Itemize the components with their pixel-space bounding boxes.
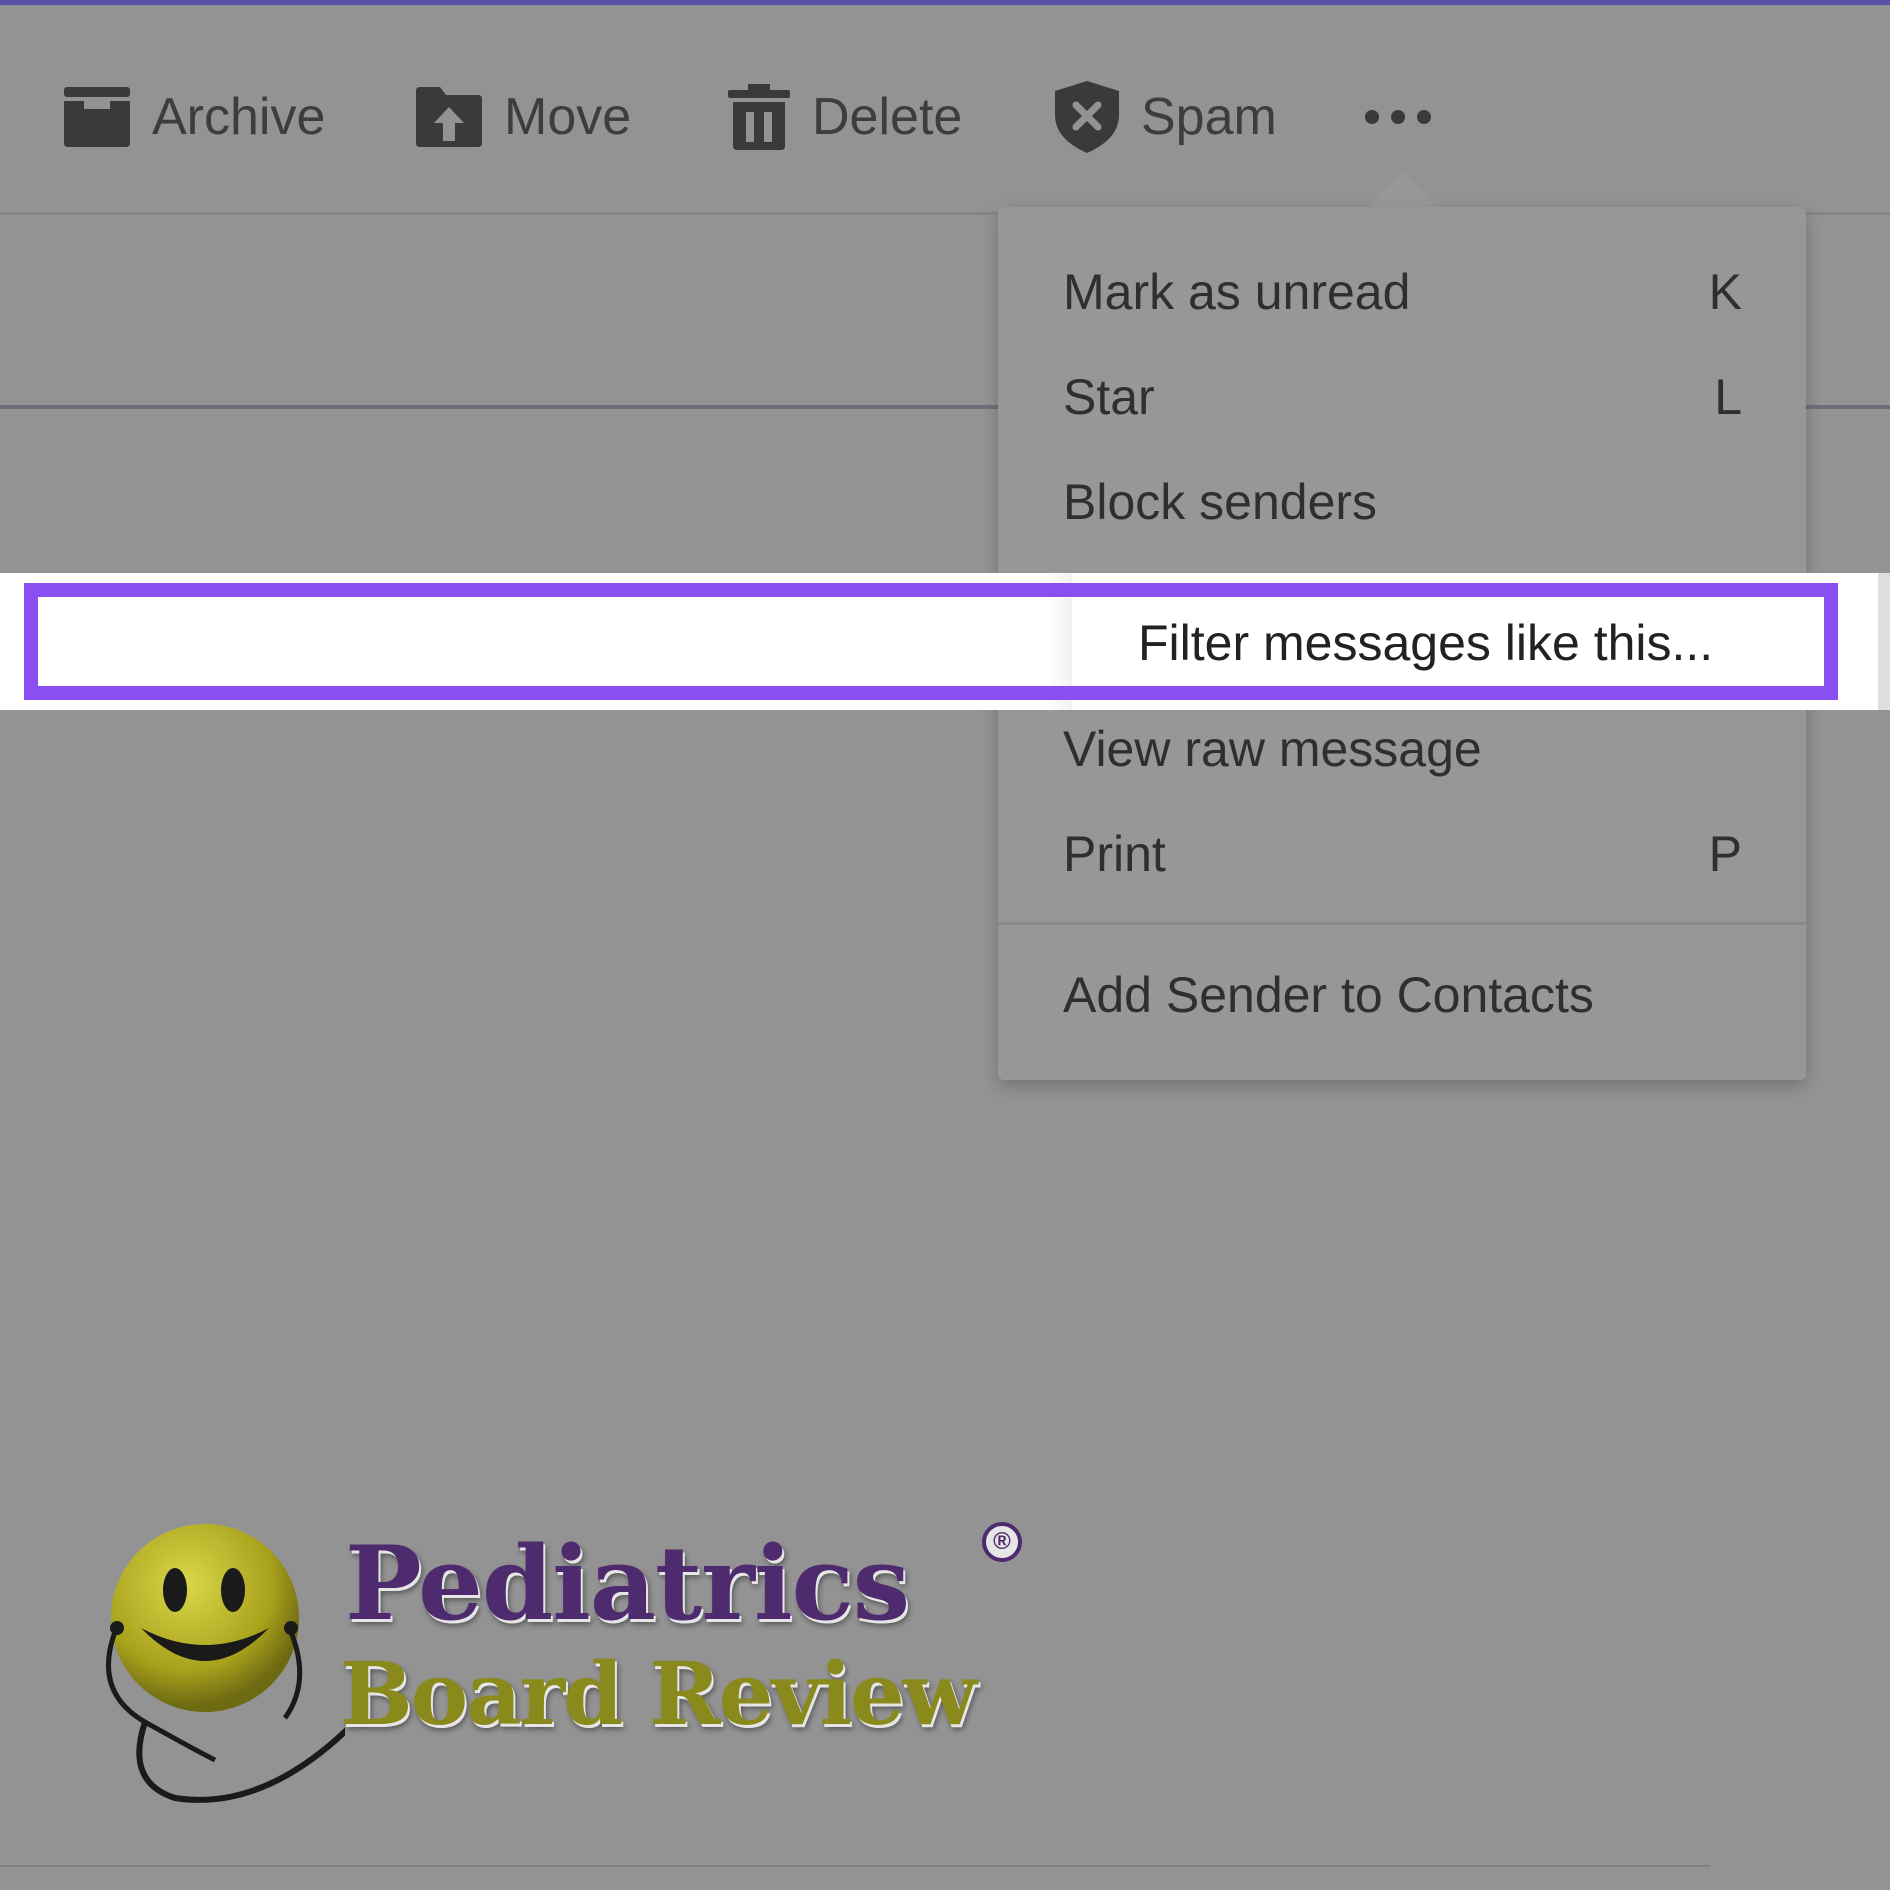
menu-item-label: Block senders — [1063, 474, 1378, 530]
more-dot — [1365, 110, 1379, 124]
shield-x-icon — [1055, 81, 1119, 153]
menu-separator — [998, 922, 1806, 925]
highlight-edge — [1878, 573, 1890, 710]
archive-button[interactable]: Archive — [64, 82, 325, 152]
menu-item-label: Mark as unread — [1063, 264, 1411, 320]
menu-item-add-sender-to-contacts[interactable]: Add Sender to Contacts — [998, 950, 1806, 1040]
menu-item-label: Add Sender to Contacts — [1063, 967, 1594, 1023]
spam-label: Spam — [1141, 88, 1277, 146]
menu-item-label: View raw message — [1063, 721, 1482, 777]
menu-item-mark-as-unread[interactable]: Mark as unread K — [998, 247, 1806, 337]
logo-text-pediatrics: Pediatrics — [345, 1524, 910, 1644]
move-button[interactable]: Move — [416, 82, 631, 152]
menu-item-star[interactable]: Star L — [998, 352, 1806, 442]
move-to-folder-icon — [416, 87, 482, 147]
menu-caret — [1366, 172, 1438, 208]
trash-icon — [728, 84, 790, 150]
menu-item-shortcut: K — [1708, 264, 1742, 320]
archive-icon — [64, 87, 130, 147]
smiley-stethoscope-icon — [106, 1524, 345, 1803]
menu-item-filter-messages-like-this[interactable]: Filter messages like this... — [1138, 612, 1713, 674]
delete-label: Delete — [812, 88, 963, 146]
top-accent-bar — [0, 0, 1890, 5]
delete-button[interactable]: Delete — [728, 82, 962, 152]
logo-text-board-review: Board Review — [340, 1644, 977, 1745]
menu-item-view-raw-message[interactable]: View raw message — [998, 704, 1806, 794]
menu-item-shortcut: L — [1714, 369, 1742, 425]
spam-button[interactable]: Spam — [1055, 81, 1277, 153]
footer-divider — [0, 1865, 1710, 1867]
more-dot — [1391, 110, 1405, 124]
registered-mark: ® — [982, 1522, 1022, 1562]
menu-item-label: Star — [1063, 369, 1155, 425]
move-label: Move — [504, 88, 632, 146]
more-actions-button[interactable] — [1355, 90, 1455, 146]
menu-item-block-senders[interactable]: Block senders — [998, 457, 1806, 547]
more-dot — [1417, 110, 1431, 124]
menu-item-label: Print — [1063, 826, 1166, 882]
archive-label: Archive — [152, 88, 326, 146]
pediatrics-board-review-logo: Pediatrics ® Board Review — [80, 1510, 1040, 1810]
message-toolbar: Archive Move Delete Spam — [0, 60, 1890, 172]
menu-item-print[interactable]: Print P — [998, 809, 1806, 899]
menu-item-shortcut: P — [1708, 826, 1742, 882]
